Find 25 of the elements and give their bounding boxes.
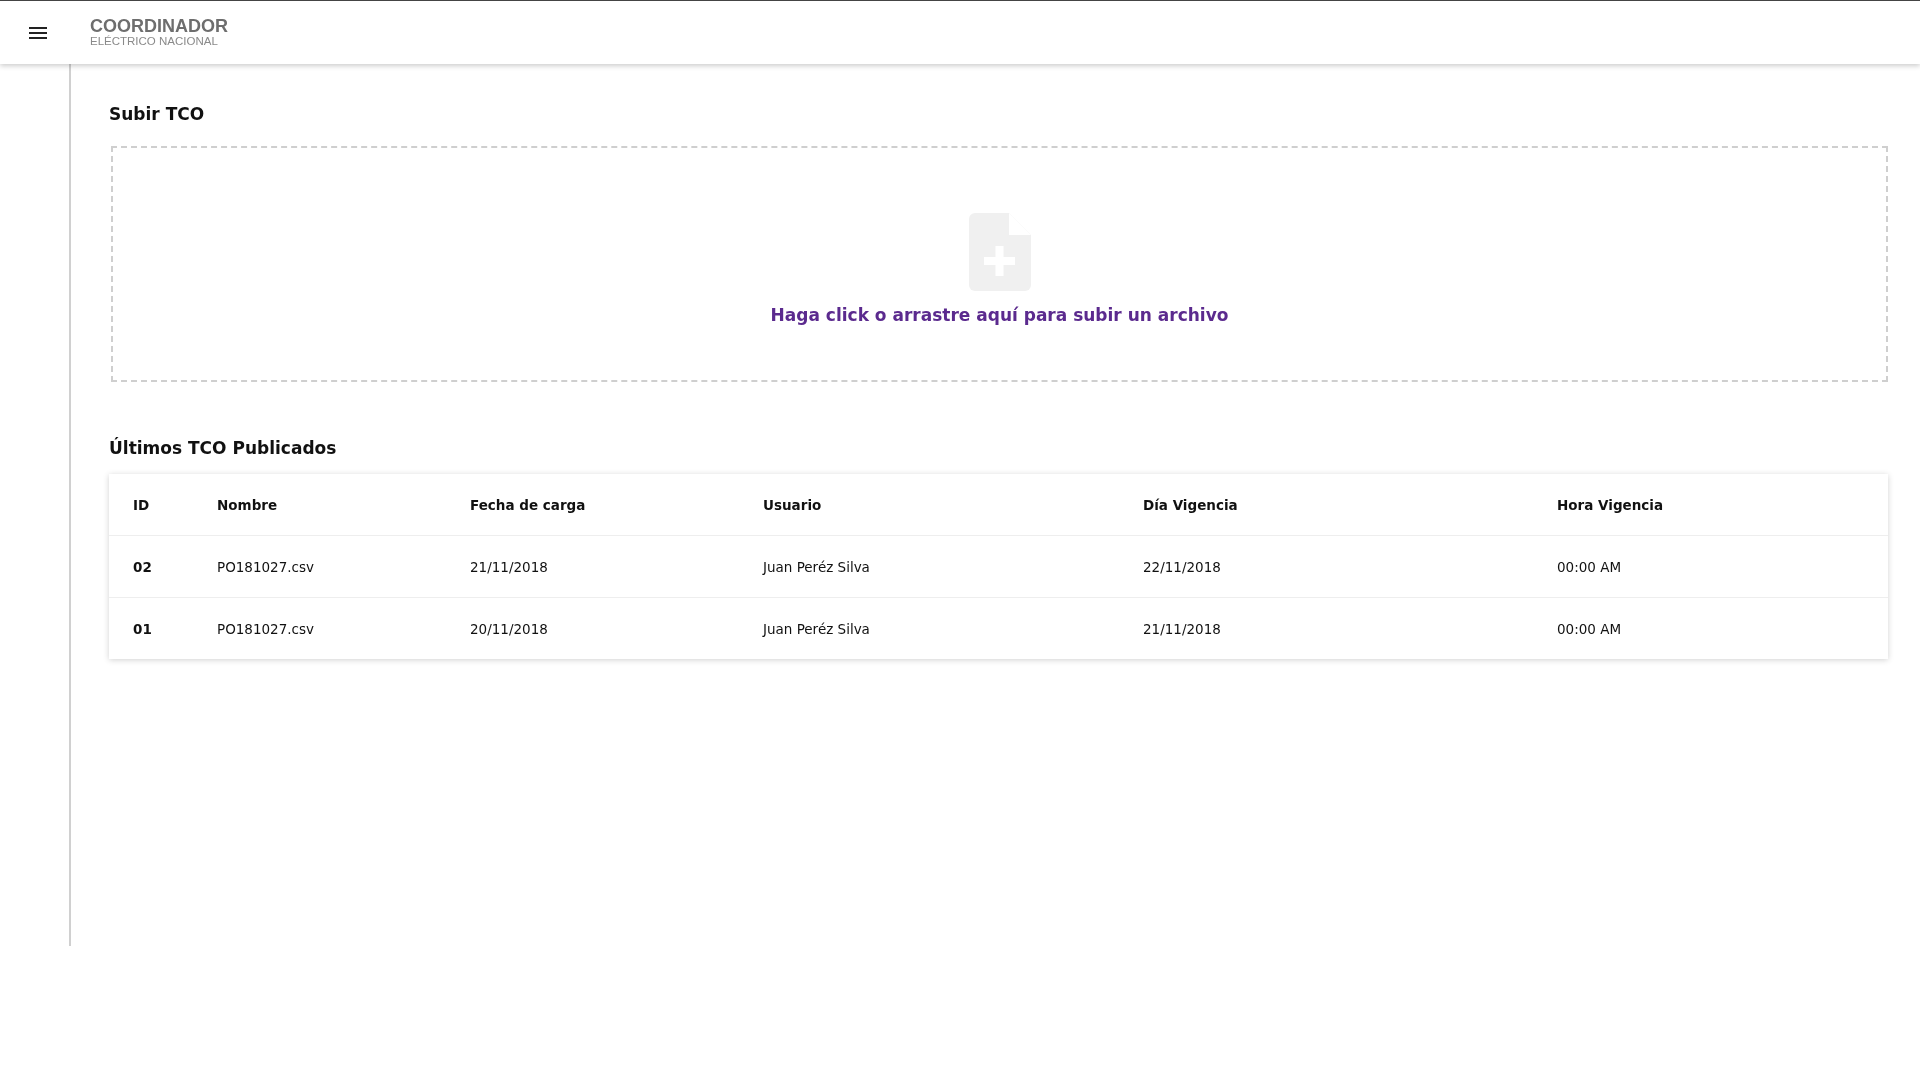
section-title: Subir TCO (109, 104, 206, 124)
table-cell-text: Juan Peréz Silva (763, 620, 871, 637)
table-cell-text: PO181027.csv (217, 620, 316, 637)
table-cell-text: 00:00 AM (1557, 558, 1623, 575)
table-cell-text: 21/11/2018 (1143, 620, 1222, 637)
column-header: ID (133, 496, 151, 513)
section-title: Últimos TCO Publicados (109, 438, 338, 458)
table-cell-text: 02 (133, 558, 153, 575)
column-header: Hora Vigencia (1557, 496, 1665, 513)
upload-dropzone[interactable]: Haga click o arrastre aquí para subir un archivo (111, 146, 1888, 382)
table-cell-text: 21/11/2018 (470, 558, 549, 575)
logo-subtitle: ELÉCTRICO NACIONAL (90, 36, 219, 48)
column-header: Día Vigencia (1143, 496, 1239, 513)
table-cell-text: Juan Peréz Silva (763, 558, 871, 575)
table-cell-text: 01 (133, 620, 153, 637)
table-cell-text: PO181027.csv (217, 558, 316, 575)
dropzone-text: Haga click o arrastre aquí para subir un archivo (770, 305, 1229, 325)
table-cell-text: 22/11/2018 (1143, 558, 1222, 575)
column-header: Fecha de carga (470, 496, 587, 513)
column-header: Usuario (763, 496, 823, 513)
column-header: Nombre (217, 496, 279, 513)
table-cell-text: 20/11/2018 (470, 620, 549, 637)
menu-icon (29, 26, 47, 39)
table-cell-text: 00:00 AM (1557, 620, 1623, 637)
logo-title: COORDINADOR (90, 17, 228, 36)
